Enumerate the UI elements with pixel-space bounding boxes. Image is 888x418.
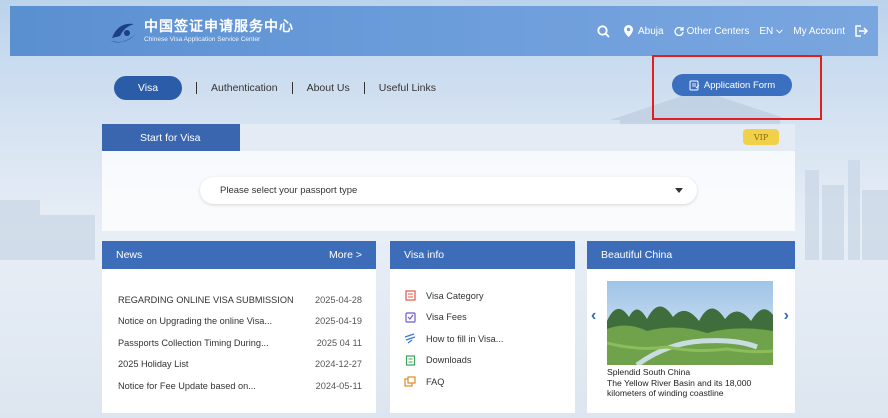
visa-info-label: Visa Fees bbox=[426, 312, 467, 323]
nav-authentication[interactable]: Authentication bbox=[211, 82, 278, 94]
language-label: EN bbox=[759, 25, 774, 37]
location-selector[interactable]: Abuja bbox=[624, 25, 664, 37]
news-item-title: Passports Collection Timing During... bbox=[118, 337, 269, 348]
caption-text: The Yellow River Basin and its 18,000 ki… bbox=[607, 377, 752, 399]
site-header: 中国签证申请服务中心 Chinese Visa Application Serv… bbox=[10, 6, 878, 56]
news-more-link[interactable]: More > bbox=[329, 249, 362, 261]
logo-chinese-text: 中国签证申请服务中心 bbox=[144, 19, 294, 35]
visa-info-list: Visa Category Visa Fees How to fill in V… bbox=[390, 269, 575, 393]
news-header: News More > bbox=[102, 241, 376, 269]
logo-english-text: Chinese Visa Application Service Center bbox=[144, 36, 261, 43]
pen-icon bbox=[404, 333, 416, 345]
download-icon bbox=[404, 354, 416, 366]
carousel-next-button[interactable]: › bbox=[784, 307, 789, 325]
visa-info-item-category[interactable]: Visa Category bbox=[404, 285, 575, 307]
chevron-down-icon bbox=[776, 28, 784, 34]
visa-info-panel: Visa info Visa Category Visa Fees How to… bbox=[390, 241, 575, 413]
news-item-date: 2024-12-27 bbox=[315, 359, 362, 370]
visa-info-label: FAQ bbox=[426, 376, 445, 387]
visa-info-label: How to fill in Visa... bbox=[426, 333, 504, 344]
refresh-icon bbox=[674, 26, 684, 36]
passport-type-placeholder: Please select your passport type bbox=[220, 185, 358, 196]
news-title: News bbox=[116, 249, 143, 261]
scenery-caption: Splendid South China The Yellow River Ba… bbox=[607, 367, 789, 399]
visa-info-item-howto[interactable]: How to fill in Visa... bbox=[404, 328, 575, 350]
category-icon bbox=[404, 290, 416, 302]
news-list: REGARDING ONLINE VISA SUBMISSION 2025-04… bbox=[102, 269, 376, 397]
other-centers-link[interactable]: Other Centers bbox=[674, 25, 750, 37]
faq-icon bbox=[404, 376, 416, 388]
my-account-link[interactable]: My Account bbox=[793, 26, 845, 37]
news-item-title: Notice on Upgrading the online Visa... bbox=[118, 316, 273, 327]
highlight-box bbox=[652, 55, 822, 120]
visa-info-item-fees[interactable]: Visa Fees bbox=[404, 307, 575, 329]
news-item[interactable]: Notice for Fee Update based on... 2024-0… bbox=[118, 375, 376, 397]
nav-divider bbox=[196, 82, 197, 94]
caret-down-icon bbox=[675, 188, 683, 193]
location-pin-icon bbox=[624, 25, 633, 37]
visa-info-label: Visa Category bbox=[426, 290, 484, 301]
news-item-date: 2025 04 11 bbox=[316, 337, 362, 348]
search-button[interactable] bbox=[597, 24, 610, 38]
top-nav: Abuja Other Centers EN My Account bbox=[587, 6, 868, 56]
visa-info-title: Visa info bbox=[404, 249, 445, 261]
visa-card-header: Start for Visa VIP bbox=[102, 124, 795, 151]
start-visa-tab[interactable]: Start for Visa bbox=[102, 124, 240, 151]
nav-about-us[interactable]: About Us bbox=[307, 82, 350, 94]
logo-mark-icon bbox=[110, 23, 136, 43]
news-item[interactable]: Notice on Upgrading the online Visa... 2… bbox=[118, 311, 376, 333]
logout-icon bbox=[855, 25, 868, 37]
main-nav: Visa Authentication About Us Useful Link… bbox=[114, 76, 436, 100]
visa-info-label: Downloads bbox=[426, 355, 472, 366]
passport-type-select[interactable]: Please select your passport type bbox=[200, 177, 697, 204]
news-item[interactable]: REGARDING ONLINE VISA SUBMISSION 2025-04… bbox=[118, 289, 376, 311]
visa-info-header: Visa info bbox=[390, 241, 575, 269]
nav-visa[interactable]: Visa bbox=[114, 76, 182, 100]
news-item-date: 2024-05-11 bbox=[315, 380, 362, 391]
logout-button[interactable] bbox=[855, 25, 868, 37]
beautiful-china-title: Beautiful China bbox=[601, 249, 673, 261]
search-icon bbox=[597, 24, 610, 38]
carousel-prev-button[interactable]: ‹ bbox=[591, 307, 596, 325]
language-selector[interactable]: EN bbox=[759, 25, 784, 37]
vip-badge[interactable]: VIP bbox=[743, 129, 779, 145]
news-item-title: REGARDING ONLINE VISA SUBMISSION bbox=[118, 294, 294, 305]
start-visa-card: Start for Visa VIP Please select your pa… bbox=[102, 124, 795, 231]
news-item[interactable]: 2025 Holiday List 2024-12-27 bbox=[118, 354, 376, 376]
fees-icon bbox=[404, 311, 416, 323]
location-label: Abuja bbox=[638, 25, 664, 37]
news-item-date: 2025-04-19 bbox=[315, 316, 362, 327]
beautiful-china-panel: Beautiful China ‹ › Splendid South China… bbox=[587, 241, 795, 413]
site-logo[interactable]: 中国签证申请服务中心 Chinese Visa Application Serv… bbox=[108, 18, 294, 46]
my-account-label: My Account bbox=[793, 25, 845, 37]
visa-info-item-faq[interactable]: FAQ bbox=[404, 371, 575, 393]
news-item-title: 2025 Holiday List bbox=[118, 359, 189, 370]
news-panel: News More > REGARDING ONLINE VISA SUBMIS… bbox=[102, 241, 376, 413]
nav-useful-links[interactable]: Useful Links bbox=[379, 82, 436, 94]
other-centers-label: Other Centers bbox=[686, 25, 750, 37]
visa-info-item-downloads[interactable]: Downloads bbox=[404, 350, 575, 372]
nav-divider bbox=[291, 82, 293, 94]
news-item-title: Notice for Fee Update based on... bbox=[118, 380, 256, 391]
caption-title: Splendid South China bbox=[607, 367, 691, 377]
nav-divider bbox=[363, 82, 365, 94]
news-item-date: 2025-04-28 bbox=[315, 294, 362, 305]
news-item[interactable]: Passports Collection Timing During... 20… bbox=[118, 332, 376, 354]
karst-landscape-image bbox=[607, 281, 773, 365]
scenery-image[interactable] bbox=[607, 281, 773, 365]
beautiful-china-header: Beautiful China bbox=[587, 241, 795, 269]
